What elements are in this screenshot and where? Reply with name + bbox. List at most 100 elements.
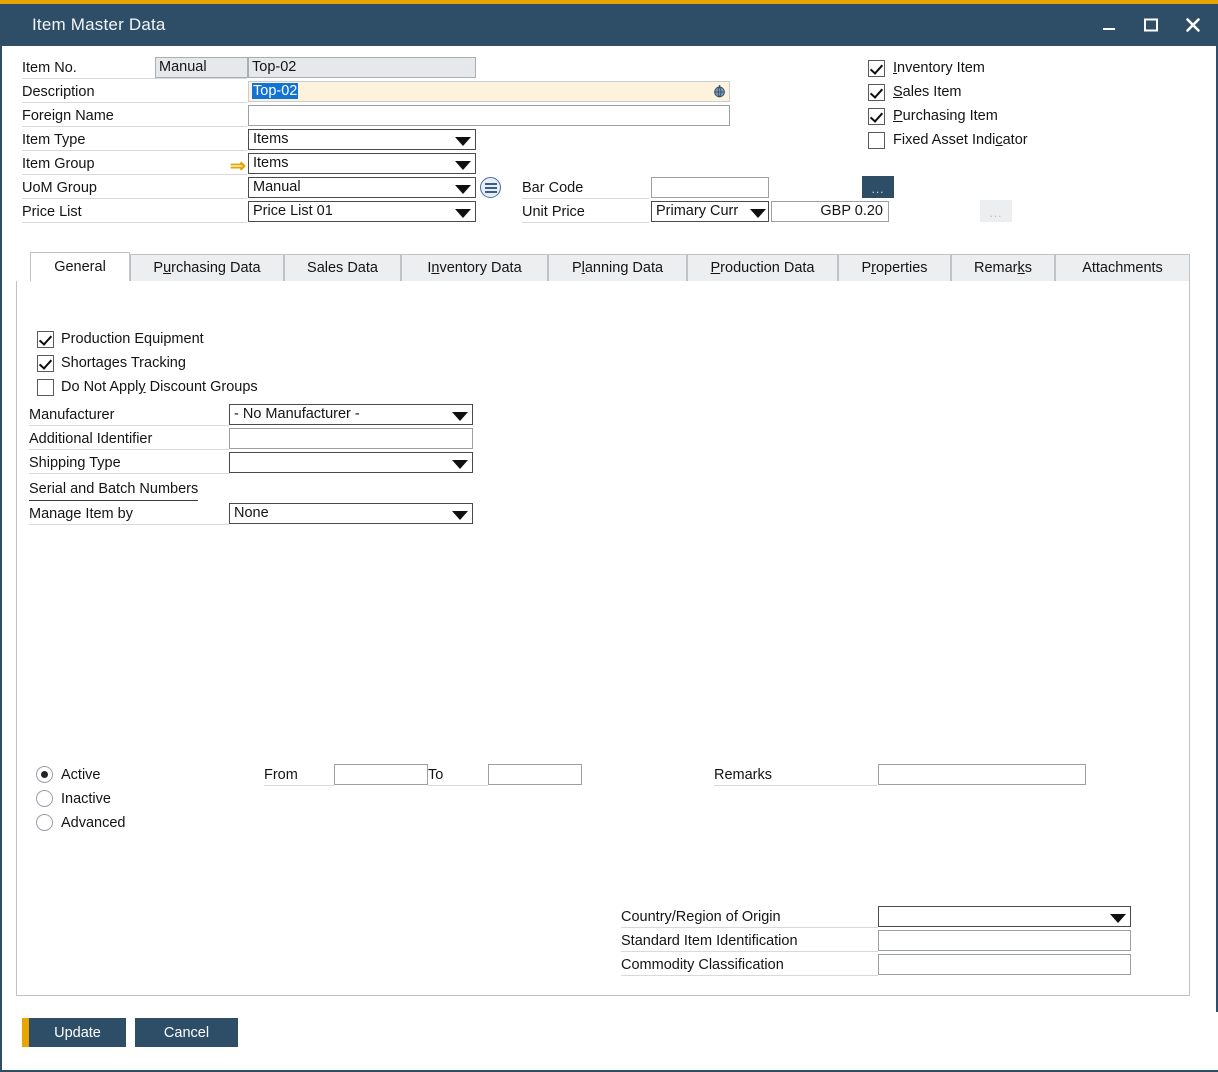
tab-inventory-data[interactable]: Inventory Data: [401, 254, 548, 282]
status-radio-inactive-label: Inactive: [61, 789, 111, 809]
unit-price-currency-value: Primary Curr: [656, 202, 752, 221]
update-button[interactable]: Update: [22, 1018, 126, 1047]
minimize-icon[interactable]: [1098, 14, 1120, 36]
production-equipment-checkbox[interactable]: [37, 331, 54, 348]
unit-price-label: Unit Price: [522, 202, 649, 223]
tab-production-data[interactable]: Production Data: [687, 254, 838, 282]
tab-strip: General Purchasing Data Sales Data Inven…: [16, 254, 1190, 282]
bar-code-field[interactable]: [651, 177, 769, 198]
tab-sales-data[interactable]: Sales Data: [284, 254, 401, 282]
do-not-apply-discount-groups-checkbox[interactable]: [37, 379, 54, 396]
from-field[interactable]: [334, 764, 428, 785]
tab-purchasing-data[interactable]: Purchasing Data: [130, 254, 284, 282]
status-radio-advanced[interactable]: [36, 814, 53, 831]
manufacturer-combo[interactable]: - No Manufacturer -: [229, 404, 473, 425]
price-list-label: Price List: [22, 202, 247, 223]
item-type-combo[interactable]: Items: [248, 129, 476, 150]
inventory-item-label: Inventory Item: [893, 58, 985, 78]
serial-and-batch-numbers-heading: Serial and Batch Numbers: [29, 479, 198, 501]
manage-item-by-value: None: [234, 504, 269, 523]
uom-group-combo[interactable]: Manual: [248, 177, 476, 198]
tab-attachments[interactable]: Attachments: [1055, 254, 1190, 282]
status-radio-advanced-label: Advanced: [61, 813, 126, 833]
uom-group-label: UoM Group: [22, 178, 247, 199]
chevron-down-icon: [455, 209, 471, 218]
description-label: Description: [22, 82, 247, 103]
item-type-value: Items: [253, 130, 288, 149]
chevron-down-icon: [455, 185, 471, 194]
status-radio-active[interactable]: [36, 766, 53, 783]
chevron-down-icon: [1110, 914, 1126, 923]
shipping-type-label: Shipping Type: [29, 453, 229, 474]
status-radio-inactive[interactable]: [36, 790, 53, 807]
tab-general[interactable]: General: [30, 252, 130, 282]
general-tab-panel: Production Equipment Shortages Tracking …: [16, 281, 1190, 996]
additional-identifier-field[interactable]: [229, 428, 473, 449]
close-icon[interactable]: [1182, 14, 1204, 36]
shipping-type-combo[interactable]: [229, 452, 473, 473]
additional-identifier-label: Additional Identifier: [29, 429, 229, 450]
shortages-tracking-label: Shortages Tracking: [61, 353, 186, 373]
to-field[interactable]: [488, 764, 582, 785]
item-no-field[interactable]: Top-02: [248, 57, 476, 78]
chevron-down-icon: [452, 460, 468, 469]
unit-price-field[interactable]: GBP 0.20: [771, 201, 889, 222]
remarks-label: Remarks: [714, 765, 877, 786]
manage-item-by-combo[interactable]: None: [229, 503, 473, 524]
to-label: To: [428, 765, 488, 786]
cancel-button[interactable]: Cancel: [135, 1018, 238, 1047]
item-type-label: Item Type: [22, 130, 247, 151]
remarks-field[interactable]: [878, 764, 1086, 785]
item-master-data-window: Item Master Data Item No. Description Fo…: [0, 0, 1218, 1072]
item-group-combo[interactable]: Items: [248, 153, 476, 174]
manufacturer-label: Manufacturer: [29, 405, 229, 426]
purchasing-item-label: Purchasing Item: [893, 106, 998, 126]
uom-group-list-icon[interactable]: [480, 177, 501, 198]
chevron-down-icon: [750, 209, 766, 218]
commodity-classification-field[interactable]: [878, 954, 1131, 975]
foreign-name-label: Foreign Name: [22, 106, 247, 127]
bar-code-browse-button[interactable]: ...: [862, 176, 894, 198]
fixed-asset-indicator-label: Fixed Asset Indicator: [893, 130, 1028, 150]
description-selected-text: Top-02: [252, 83, 298, 99]
unit-price-browse-button: ...: [980, 200, 1012, 222]
manage-item-by-label: Manage Item by: [29, 504, 229, 525]
do-not-apply-discount-groups-label: Do Not Apply Discount Groups: [61, 377, 258, 397]
shortages-tracking-checkbox[interactable]: [37, 355, 54, 372]
sales-item-label: Sales Item: [893, 82, 962, 102]
uom-group-value: Manual: [253, 178, 301, 197]
window-title: Item Master Data: [32, 15, 166, 35]
production-equipment-label: Production Equipment: [61, 329, 204, 349]
tab-remarks[interactable]: Remarks: [951, 254, 1055, 282]
chevron-down-icon: [452, 511, 468, 520]
from-label: From: [264, 765, 334, 786]
tab-planning-data[interactable]: Planning Data: [548, 254, 687, 282]
foreign-name-field[interactable]: [248, 105, 730, 126]
country-region-of-origin-combo[interactable]: [878, 906, 1131, 927]
window-controls: [1098, 4, 1204, 46]
inventory-item-checkbox[interactable]: [868, 60, 885, 77]
commodity-classification-label: Commodity Classification: [621, 955, 878, 976]
price-list-value: Price List 01: [253, 202, 333, 221]
title-bar: Item Master Data: [0, 4, 1218, 46]
unit-price-currency-combo[interactable]: Primary Curr: [651, 201, 769, 222]
maximize-icon[interactable]: [1140, 14, 1162, 36]
standard-item-identification-field[interactable]: [878, 930, 1131, 951]
sales-item-checkbox[interactable]: [868, 84, 885, 101]
purchasing-item-checkbox[interactable]: [868, 108, 885, 125]
translate-globe-icon[interactable]: [712, 84, 727, 99]
bar-code-label: Bar Code: [522, 178, 649, 199]
fixed-asset-indicator-checkbox[interactable]: [868, 132, 885, 149]
price-list-combo[interactable]: Price List 01: [248, 201, 476, 222]
chevron-down-icon: [455, 161, 471, 170]
status-radio-active-label: Active: [61, 765, 101, 785]
item-group-label: Item Group: [22, 154, 247, 175]
standard-item-identification-label: Standard Item Identification: [621, 931, 878, 952]
item-no-mode-field[interactable]: Manual: [155, 57, 248, 78]
description-field[interactable]: Top-02: [248, 81, 730, 102]
manufacturer-value: - No Manufacturer -: [234, 405, 360, 424]
tab-properties[interactable]: Properties: [838, 254, 951, 282]
item-group-link-arrow[interactable]: ⇒: [230, 157, 246, 176]
chevron-down-icon: [452, 412, 468, 421]
chevron-down-icon: [455, 137, 471, 146]
